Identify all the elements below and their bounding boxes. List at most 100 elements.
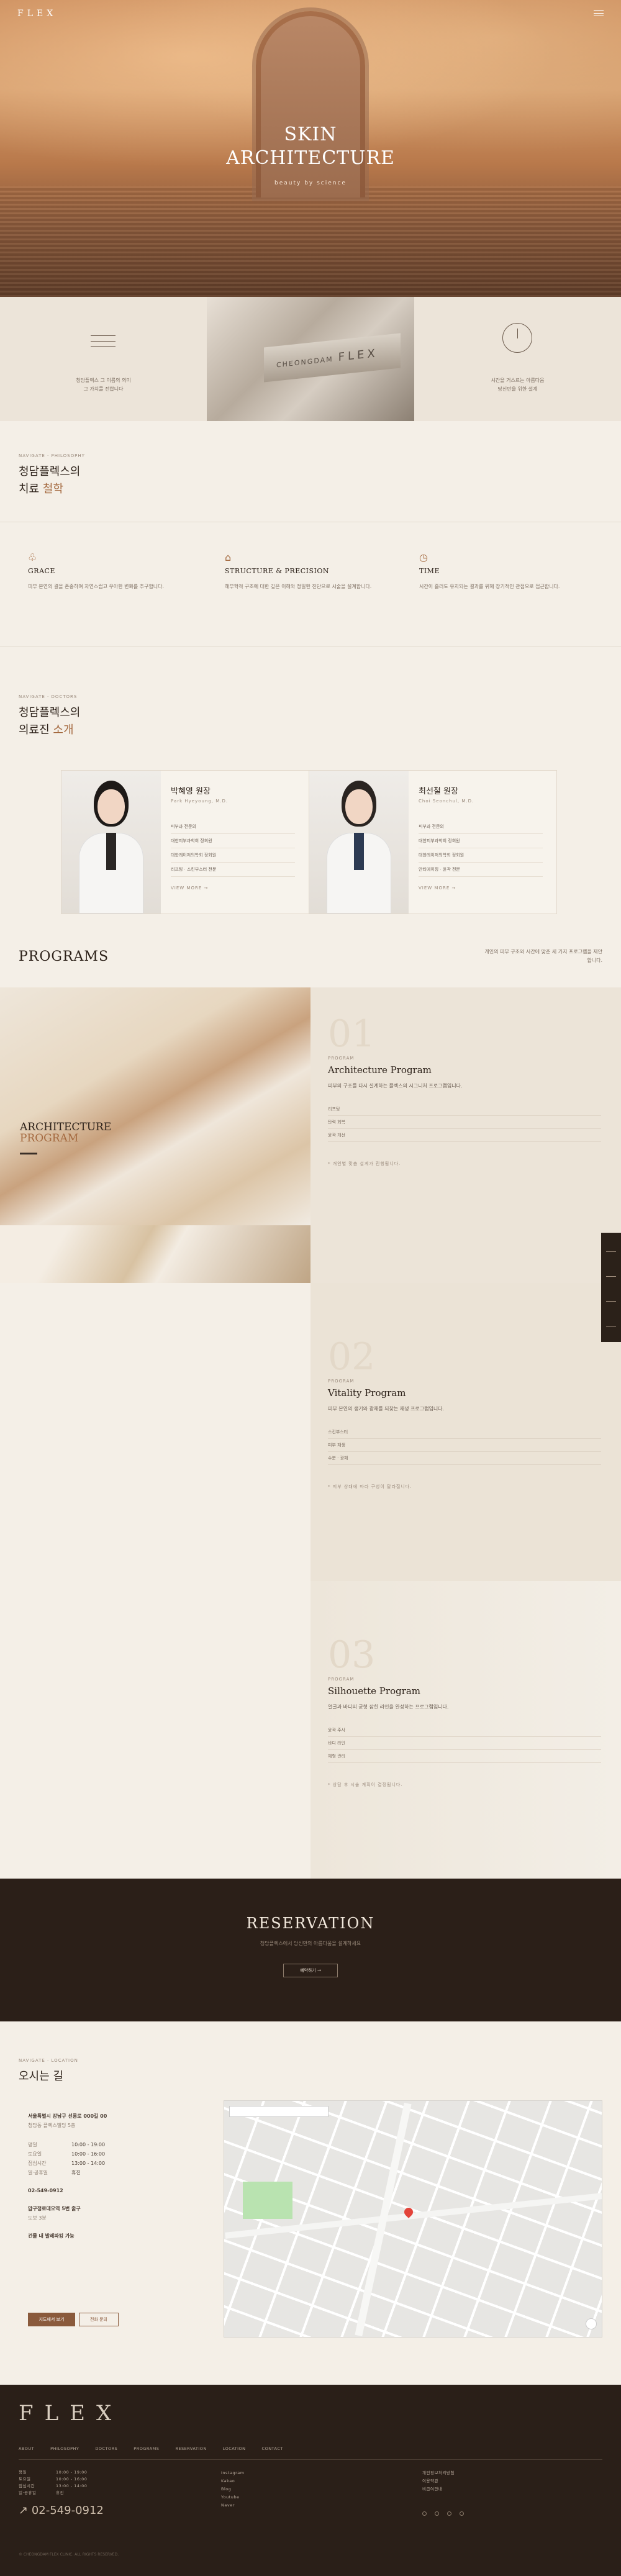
program-desc: 피부 본연의 생기와 광채를 되찾는 재생 프로그램입니다. [328,1406,445,1412]
doctor-credential: 안티에이징 · 윤곽 전문 [419,863,543,877]
address: 서울특별시 강남구 선릉로 000길 00 [28,2113,107,2119]
lines-icon [91,335,116,347]
footer-hours-row: 토요일 10:00 - 16:00 [19,2477,88,2482]
hours-table: 평일 10:00 - 19:00 토요일 10:00 - 16:00 점심시간 13:00… [28,2140,214,2177]
philosophy-item-title: GRACE [28,567,55,575]
footer-phone[interactable]: ↗ 02-549-0912 [19,2504,104,2517]
footer-nav-item[interactable]: RESERVATION [175,2446,206,2451]
doctor-card[interactable]: 최선철 원장 Choi Seonchul, M.D. 피부과 전문의 대한피부과학… [309,770,557,914]
program-2: 02 PROGRAM Vitality Program 피부 본연의 생기와 광… [328,1335,601,1490]
footer-social-icons [422,2511,478,2518]
doctor-card[interactable]: 박혜영 원장 Park Hyeyoung, M.D. 피부과 전문의 대한피부과학… [61,770,309,914]
map[interactable] [224,2100,602,2338]
doctor-name: 박혜영 원장 [171,787,211,796]
program-label: PROGRAM [328,1379,355,1384]
call-button[interactable]: 전화 문의 [79,2313,119,2326]
footer-nav-item[interactable]: PHILOSOPHY [50,2446,79,2451]
doctor-photo [309,771,409,914]
structure-icon: ⌂ [225,551,232,563]
program-desc: 얼굴과 바디의 균형 잡힌 라인을 완성하는 프로그램입니다. [328,1704,449,1710]
intro-right-text: 시간을 거스르는 아름다움 당신만을 위한 설계 [491,378,545,392]
doctor-credential: 대한레이저의학회 정회원 [171,848,295,863]
header-logo[interactable]: FLEX [17,9,57,19]
doctor-credential: 대한피부과학회 정회원 [419,834,543,848]
program-desc: 피부의 구조를 다시 설계하는 플렉스의 시그니처 프로그램입니다. [328,1083,463,1089]
program-1: 01 PROGRAM Architecture Program 피부의 구조를 … [328,1012,601,1167]
side-toolbar[interactable] [601,1233,621,1342]
subway-sub: 도보 3분 [28,2215,47,2221]
phone-number[interactable]: 02-549-0912 [28,2186,214,2195]
program-name: Silhouette Program [328,1685,421,1697]
philosophy-item: ◷ TIME 시간이 흘러도 유지되는 결과를 위해 장기적인 관점으로 접근합… [419,551,599,591]
philosophy-item-text: 피부 본연의 결을 존중하며 자연스럽고 우아한 변화를 추구합니다. [28,584,165,589]
footer-link[interactable]: Youtube [221,2493,314,2501]
footer-nav-item[interactable]: ABOUT [19,2446,34,2451]
address-sub: 청담동 플렉스빌딩 5층 [28,2123,76,2128]
map-button[interactable]: 지도에서 보기 [28,2313,75,2326]
footer-nav-item[interactable]: LOCATION [223,2446,246,2451]
philosophy-item-title: TIME [419,567,440,575]
location-title: 오시는 길 [19,2070,63,2083]
doctor-credential: 대한피부과학회 정회원 [171,834,295,848]
doctor-more-link[interactable]: VIEW MORE → [419,886,543,891]
program-label: PROGRAM [328,1677,355,1682]
doctor-photo [61,771,161,914]
footer-hours-row: 점심시간 13:00 - 14:00 [19,2483,88,2488]
hero-arch-inner [261,16,360,197]
youtube-icon[interactable] [460,2511,464,2516]
footer-nav-item[interactable]: DOCTORS [95,2446,117,2451]
program-note: * 피부 상태에 따라 구성이 달라집니다. [328,1484,412,1489]
clock-icon: ◷ [419,551,428,563]
doctor-name: 최선철 원장 [419,787,458,796]
footer-link[interactable]: 비급여안내 [422,2485,515,2493]
program-label: PROGRAM [328,1056,355,1061]
doctors-title: 청담플렉스의 의료진 소개 [19,706,81,737]
footer-nav-item[interactable]: PROGRAMS [134,2446,159,2451]
footer-link[interactable]: Kakao [221,2477,314,2485]
map-search-box[interactable] [229,2106,329,2117]
footer-logo[interactable]: FLEX [19,2401,122,2426]
program-item: 스킨부스터 [328,1426,601,1439]
philosophy-item-title: STRUCTURE & PRECISION [225,567,330,575]
footer-nav-item[interactable]: CONTACT [262,2446,283,2451]
hours-row: 평일 10:00 - 19:00 [28,2142,106,2147]
philosophy-title: 청담플렉스의 치료 철학 [19,465,81,496]
hours-row: 토요일 10:00 - 16:00 [28,2151,106,2157]
program-number: 03 [328,1633,376,1677]
footer-link[interactable]: Blog [221,2485,314,2493]
doctor-more-link[interactable]: VIEW MORE → [171,886,295,891]
program-item: 바디 라인 [328,1737,601,1750]
intro-right: 시간을 거스르는 아름다움 당신만을 위한 설계 [414,297,621,421]
kakao-icon[interactable] [435,2511,439,2516]
map-zoom-icon[interactable] [586,2318,597,2329]
program-item: 탄력 회복 [328,1116,601,1129]
program-note: * 개인별 맞춤 설계가 진행됩니다. [328,1161,401,1166]
footer-link[interactable]: Naver [221,2501,314,2510]
banner-indicator[interactable] [20,1153,37,1154]
footer-link[interactable]: 개인정보처리방침 [422,2469,515,2477]
reservation-button[interactable]: 예약하기 → [283,1964,338,1977]
hero-water [0,186,621,297]
program-banner-strip [0,1225,310,1283]
program-name: Architecture Program [328,1064,432,1076]
menu-icon[interactable] [594,10,604,16]
program-item: 수분 · 광채 [328,1452,601,1465]
footer-link[interactable]: Instagram [221,2469,314,2477]
doctor-credential: 피부과 전문의 [171,820,295,834]
instagram-icon[interactable] [422,2511,427,2516]
doctor-credential: 리프팅 · 스킨부스터 전문 [171,863,295,877]
blog-icon[interactable] [447,2511,451,2516]
doctor-credential: 대한레이저의학회 정회원 [419,848,543,863]
footer-link[interactable]: 이용약관 [422,2477,515,2485]
philosophy-item: ♧ GRACE 피부 본연의 결을 존중하며 자연스럽고 우아한 변화를 추구합… [28,551,208,591]
doctor-name-en: Park Hyeyoung, M.D. [171,799,229,804]
programs-desc: 개인의 피부 구조와 시간에 맞춘 세 가지 프로그램을 제안합니다. [484,949,602,963]
location-label: NAVIGATE · LOCATION [19,2058,78,2063]
map-park [243,2182,292,2219]
reservation-section [0,1879,621,2021]
doctors-label: NAVIGATE · DOCTORS [19,694,78,699]
location-info: 서울특별시 강남구 선릉로 000길 00 청담동 플렉스빌딩 5층 평일 10:… [28,2111,214,2241]
doctor-credential: 피부과 전문의 [419,820,543,834]
name-plate-image: CHEONGDAM FLEX [207,297,414,421]
hours-row: 점심시간 13:00 - 14:00 [28,2161,106,2166]
